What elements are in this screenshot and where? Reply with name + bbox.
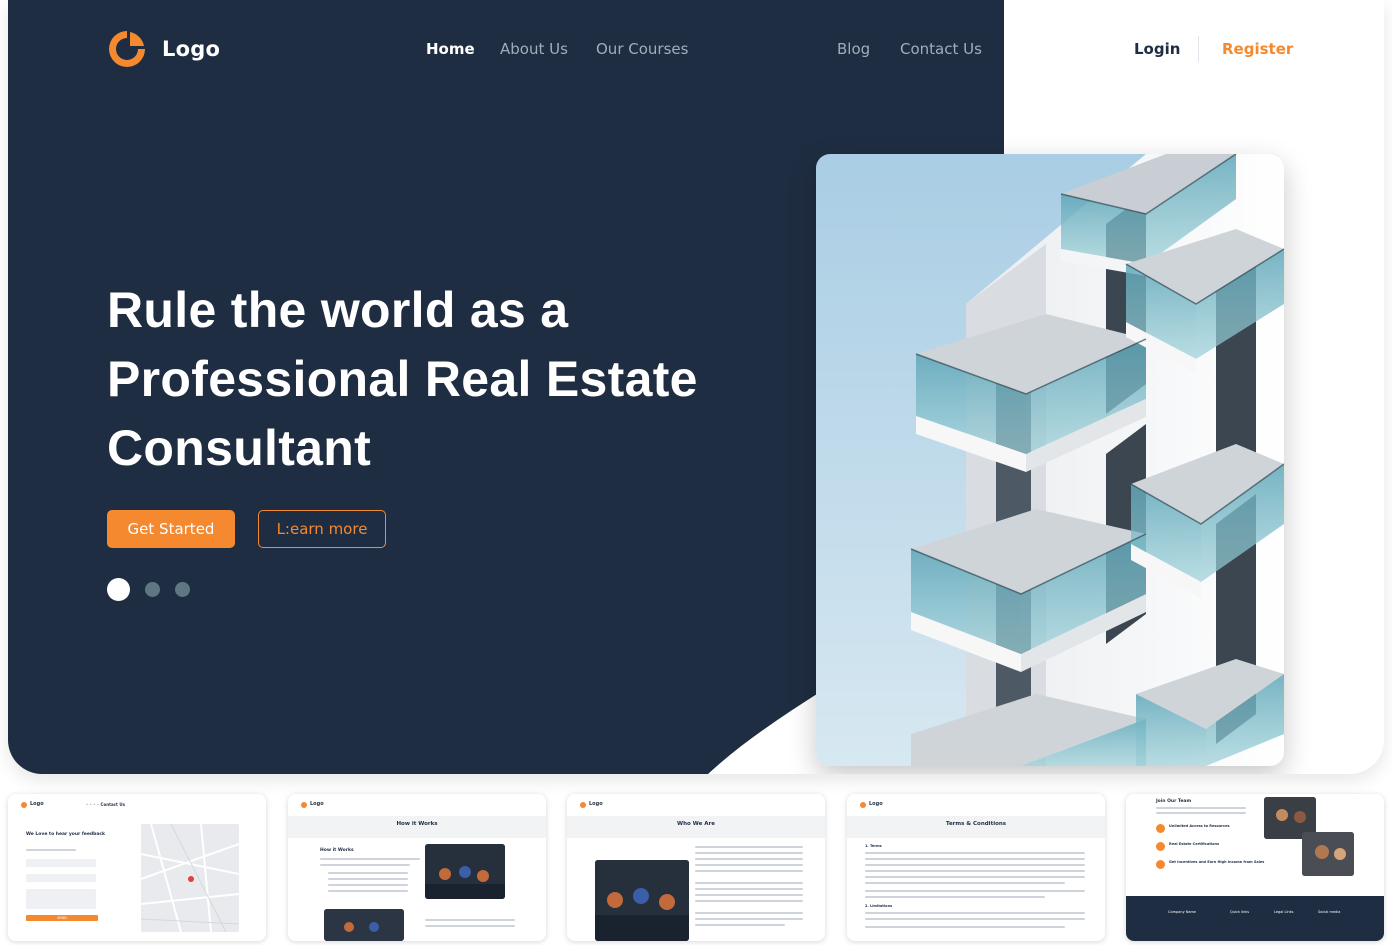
thumb-section-heading: How it Works [320, 848, 354, 853]
logo-icon [109, 31, 145, 67]
thumbnail-about-page[interactable]: Logo Who We Are [567, 794, 825, 941]
thumb-send-button: SEND [26, 915, 98, 921]
thumb-feature-2: Real Estate Certifications [1169, 842, 1220, 846]
thumbnail-terms-page[interactable]: Logo Terms & Conditions 1. Terms 2. Limi… [847, 794, 1105, 941]
thumb-footer: Company Name Quick links Legal Links Soc… [1126, 896, 1384, 941]
register-link[interactable]: Register [1222, 40, 1293, 58]
hero-building-image [816, 154, 1284, 766]
thumbnail-contact-page[interactable]: Logo • • • • Contact Us We Love to hear … [8, 794, 266, 941]
thumb-photo [425, 844, 505, 899]
thumb-map [141, 824, 239, 932]
hero-section: Logo Home About Us Our Courses Blog Cont… [8, 0, 1384, 774]
headline-line-1: Rule the world as a [107, 282, 569, 338]
thumb-header: Logo [288, 794, 546, 816]
thumb-logo-text: Logo [30, 801, 44, 807]
nav-contact-us[interactable]: Contact Us [900, 40, 982, 58]
nav-our-courses[interactable]: Our Courses [596, 40, 688, 58]
nav-blog[interactable]: Blog [837, 40, 870, 58]
carousel-dot-1[interactable] [107, 578, 130, 601]
building-photo-illustration [816, 154, 1284, 766]
thumb-heading: We Love to hear your feedback [26, 832, 106, 837]
thumb-header: Logo • • • • Contact Us [8, 794, 266, 816]
thumb-section-1: 1. Terms [865, 844, 882, 848]
carousel-dot-3[interactable] [175, 582, 190, 597]
thumb-title: Terms & Conditions [945, 821, 1007, 827]
thumb-feature-3: Get Incentives and Earn High Income from… [1169, 860, 1265, 864]
carousel-dot-2[interactable] [145, 582, 160, 597]
nav-home[interactable]: Home [426, 40, 475, 58]
hero-headline: Rule the world as a Professional Real Es… [107, 276, 807, 483]
thumb-logo-icon [21, 802, 27, 808]
headline-line-2: Professional Real Estate [107, 351, 698, 407]
logo-text: Logo [162, 37, 221, 61]
thumb-feature-1: Unlimited Access to Resources [1169, 824, 1230, 828]
thumb-nav: • • • • Contact Us [86, 802, 125, 807]
thumb-photo [595, 860, 689, 941]
nav-about-us[interactable]: About Us [500, 40, 568, 58]
logo[interactable]: Logo [106, 28, 220, 70]
thumbnail-join-team-page[interactable]: Join Our Team Unlimited Access to Resour… [1126, 794, 1384, 941]
learn-more-button[interactable]: L:earn more [258, 510, 386, 548]
get-started-button[interactable]: Get Started [107, 510, 235, 548]
thumb-title: Who We Are [677, 821, 715, 827]
thumbnail-how-it-works-page[interactable]: Logo How it Works How it Works [288, 794, 546, 941]
thumb-heading: Join Our Team [1156, 799, 1192, 804]
thumb-title: How it Works [396, 821, 438, 827]
thumb-section-2: 2. Limitations [865, 904, 893, 908]
login-link[interactable]: Login [1134, 40, 1180, 58]
headline-line-3: Consultant [107, 420, 372, 476]
thumb-team-photo-2 [1302, 832, 1354, 876]
auth-divider [1198, 36, 1199, 62]
